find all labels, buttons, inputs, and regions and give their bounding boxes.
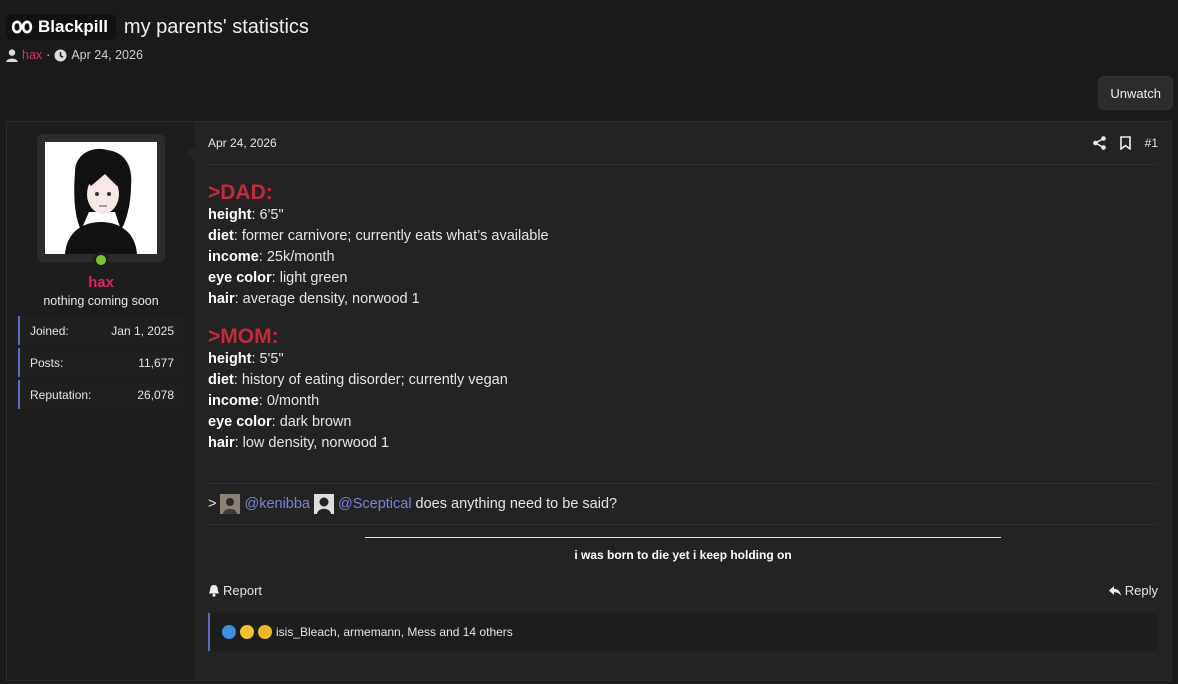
field-key: eye color [208,414,272,430]
title-row: Blackpill my parents' statistics [6,14,309,40]
field-value: : low density, norwood 1 [234,435,390,451]
stat-posts: Posts: 11,677 [18,348,184,377]
signature: i was born to die yet i keep holding on [208,537,1158,562]
dad-heading: >DAD: [208,181,273,204]
post-header: Apr 24, 2026 #1 [208,122,1158,165]
stat-value: 26,078 [137,387,174,402]
dad-field: income: 25k/month [208,247,1158,268]
post-body: >DAD: height: 6'5" diet: former carnivor… [208,181,1158,454]
user-title: nothing coming soon [43,294,159,308]
signature-text: i was born to die yet i keep holding on [574,548,792,562]
post-date[interactable]: Apr 24, 2026 [208,136,277,150]
field-key: hair [208,435,235,451]
share-icon[interactable] [1092,136,1106,150]
dad-field: height: 6'5" [208,205,1158,226]
reactions-bar[interactable]: isis_Bleach, armemann, Mess and 14 other… [208,613,1158,651]
stat-joined: Joined: Jan 1, 2025 [18,316,184,345]
post-number-link[interactable]: #1 [1145,136,1158,150]
blackpill-icon [11,20,33,34]
mom-heading: >MOM: [208,325,279,348]
laugh-reaction-icon [240,625,254,639]
reactions-list[interactable]: isis_Bleach, armemann, Mess and 14 other… [276,625,513,639]
signature-divider [365,537,1001,538]
mom-field: eye color: dark brown [208,412,1158,433]
like-reaction-icon [222,625,236,639]
stat-value[interactable]: 11,677 [138,356,174,370]
field-key: diet [208,372,234,388]
post-header-actions: #1 [1092,136,1158,150]
stat-label: Joined: [30,323,69,338]
thread-prefix-label: Blackpill [38,17,108,36]
stat-value: Jan 1, 2025 [111,323,174,338]
bell-icon [209,585,219,597]
mention-row: > @kenibba @Sceptical does anything need… [208,483,1158,525]
field-value: : average density, norwood 1 [234,291,420,307]
field-key: height [208,351,252,367]
post-footer-actions: Report Reply [208,583,1158,598]
mention-link[interactable]: @kenibba [244,496,310,512]
mention-avatar[interactable] [313,494,334,514]
thread-author-link[interactable]: hax [22,48,42,62]
mention-text: does anything need to be said? [415,496,618,512]
dad-field: hair: average density, norwood 1 [208,289,1158,310]
thread-meta: hax · Apr 24, 2026 [6,48,309,62]
bookmark-icon[interactable] [1119,136,1131,150]
stat-label: Posts: [30,355,64,370]
post: hax nothing coming soon Joined: Jan 1, 2… [6,121,1172,681]
mom-field: diet: history of eating disorder; curren… [208,370,1158,391]
mom-field: hair: low density, norwood 1 [208,433,1158,454]
unwatch-button[interactable]: Unwatch [1098,76,1173,110]
stat-reputation: Reputation: 26,078 [18,380,184,409]
meta-separator: · [46,48,51,62]
thread-prefix-badge[interactable]: Blackpill [6,14,116,40]
report-label: Report [223,583,263,598]
field-value: : history of eating disorder; currently … [233,372,508,388]
field-value: : former carnivore; currently eats what’… [233,228,549,244]
clock-icon [54,49,67,61]
thread-header: Blackpill my parents' statistics hax · A… [6,14,309,62]
user-icon [6,48,18,62]
post-username[interactable]: hax [7,274,195,291]
field-value: : 5'5" [251,351,284,367]
field-value: : dark brown [271,414,352,430]
reply-button[interactable]: Reply [1108,583,1158,598]
field-value: : 6'5" [251,207,284,223]
post-user-column: hax nothing coming soon Joined: Jan 1, 2… [7,122,196,680]
online-status-indicator [93,252,109,268]
field-key: eye color [208,270,272,286]
mom-field: height: 5'5" [208,349,1158,370]
field-key: hair [208,291,235,307]
mention-avatar[interactable] [220,494,241,514]
thread-title: my parents' statistics [123,15,309,38]
mom-field: income: 0/month [208,391,1158,412]
dad-field: diet: former carnivore; currently eats w… [208,226,1158,247]
mention-link[interactable]: @Sceptical [338,496,412,512]
stat-label: Reputation: [30,387,92,402]
field-key: income [208,249,259,265]
report-button[interactable]: Report [208,583,262,598]
field-value: : 0/month [258,393,320,409]
field-value: : light green [271,270,348,286]
wow-reaction-icon [258,625,272,639]
reply-label: Reply [1124,583,1158,598]
thread-date[interactable]: Apr 24, 2026 [71,48,143,62]
quote-marker: > [208,496,217,512]
avatar-frame[interactable] [37,134,165,268]
user-stats: Joined: Jan 1, 2025 Posts: 11,677 Reputa… [7,316,195,409]
field-key: height [208,207,252,223]
field-value: : 25k/month [258,249,335,265]
dad-field: eye color: light green [208,268,1158,289]
post-content-column: Apr 24, 2026 #1 >DAD: height: 6'5" diet:… [195,122,1171,680]
field-key: diet [208,228,234,244]
field-key: income [208,393,259,409]
reply-icon [1108,585,1121,596]
avatar[interactable] [45,142,157,254]
